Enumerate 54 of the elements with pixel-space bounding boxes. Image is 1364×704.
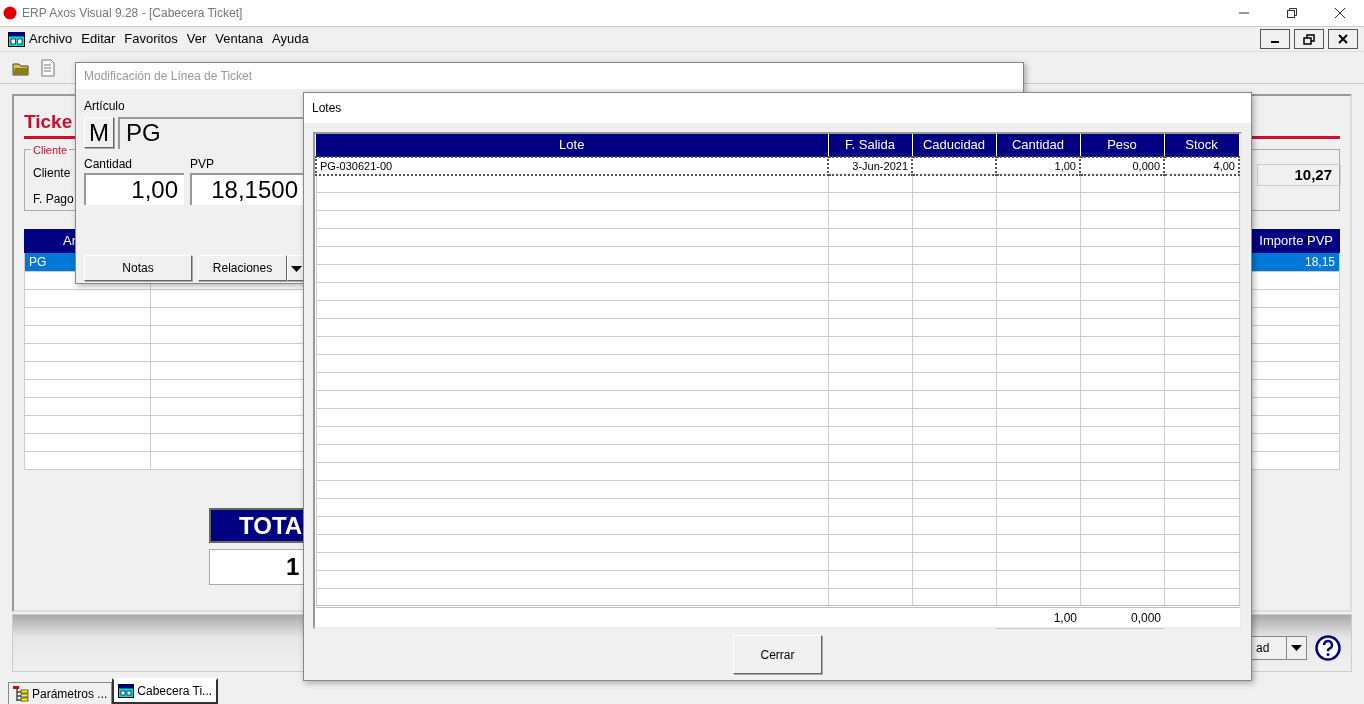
split-button[interactable]: Relaciones <box>198 255 287 281</box>
table-cell: 1,00 <box>996 156 1080 175</box>
column-header[interactable]: Peso <box>1080 134 1164 157</box>
form-heading: Ticke <box>24 110 73 134</box>
caret-icon <box>290 265 302 272</box>
total-cell: 1,00 <box>996 606 1080 629</box>
column-header[interactable]: Lote <box>316 134 828 157</box>
field-label: F. Pago <box>33 191 74 208</box>
field-label: Artículo <box>84 98 125 115</box>
field-label: Cantidad <box>84 156 133 173</box>
window-icon <box>118 684 135 698</box>
table-cell: 4,00 <box>1164 156 1239 175</box>
mode-button[interactable]: M <box>84 117 114 148</box>
close-button[interactable]: Cerrar <box>733 635 822 674</box>
close-icon[interactable] <box>1334 7 1346 19</box>
dropdown[interactable]: ad <box>1251 636 1307 660</box>
caret-icon <box>1291 645 1302 651</box>
menu-item[interactable]: Ver <box>186 29 207 49</box>
table-cell: 3-Jun-2021 <box>828 156 912 175</box>
help-icon[interactable] <box>1315 635 1341 661</box>
total-value: 1 <box>286 552 300 580</box>
tab-label: Cabecera Ti... <box>137 683 213 700</box>
menu-item[interactable]: Archivo <box>29 29 73 49</box>
column-header[interactable]: Cantidad <box>996 134 1080 157</box>
table-cell: 0,000 <box>1080 156 1164 175</box>
number-field[interactable]: 1,00 <box>84 173 184 205</box>
menu-item[interactable]: Ayuda <box>272 29 309 49</box>
window-icon <box>8 31 25 47</box>
window-title: ERP Axos Visual 9.28 - [Cabecera Ticket] <box>22 5 243 22</box>
column-header[interactable]: Stock <box>1164 134 1239 157</box>
field-label: PVP <box>190 156 214 173</box>
restore-icon[interactable] <box>1286 7 1298 19</box>
tab-label: Parámetros ... <box>32 685 108 703</box>
dialog-title: Lotes <box>304 93 1251 123</box>
menu-item[interactable]: Editar <box>81 29 116 49</box>
total-label: TOTA <box>239 511 303 539</box>
number-field[interactable]: 18,1500 <box>190 173 304 205</box>
column-header[interactable]: F. Salida <box>828 134 912 157</box>
taskbar-tab[interactable]: Parámetros ... <box>8 682 113 704</box>
notes-button[interactable]: Notas <box>84 255 192 281</box>
restore-icon[interactable] <box>1294 29 1324 49</box>
menu-item[interactable]: Ventana <box>215 29 264 49</box>
table-cell: PG-030621-00 <box>316 156 828 175</box>
field-label: Cliente <box>33 165 71 182</box>
menu-item[interactable]: Favoritos <box>124 29 178 49</box>
taskbar-tab[interactable]: Cabecera Ti... <box>112 678 219 704</box>
minimize-icon[interactable] <box>1260 29 1290 49</box>
column-header[interactable]: Caducidad <box>912 134 996 157</box>
summary-value: 10,27 <box>1257 164 1341 186</box>
tree-icon <box>13 685 29 702</box>
app-icon <box>3 6 17 20</box>
dialog-title: Modificación de Línea de Ticket <box>76 63 1023 89</box>
total-cell: 0,000 <box>1080 606 1164 629</box>
close-icon[interactable] <box>1328 29 1358 49</box>
